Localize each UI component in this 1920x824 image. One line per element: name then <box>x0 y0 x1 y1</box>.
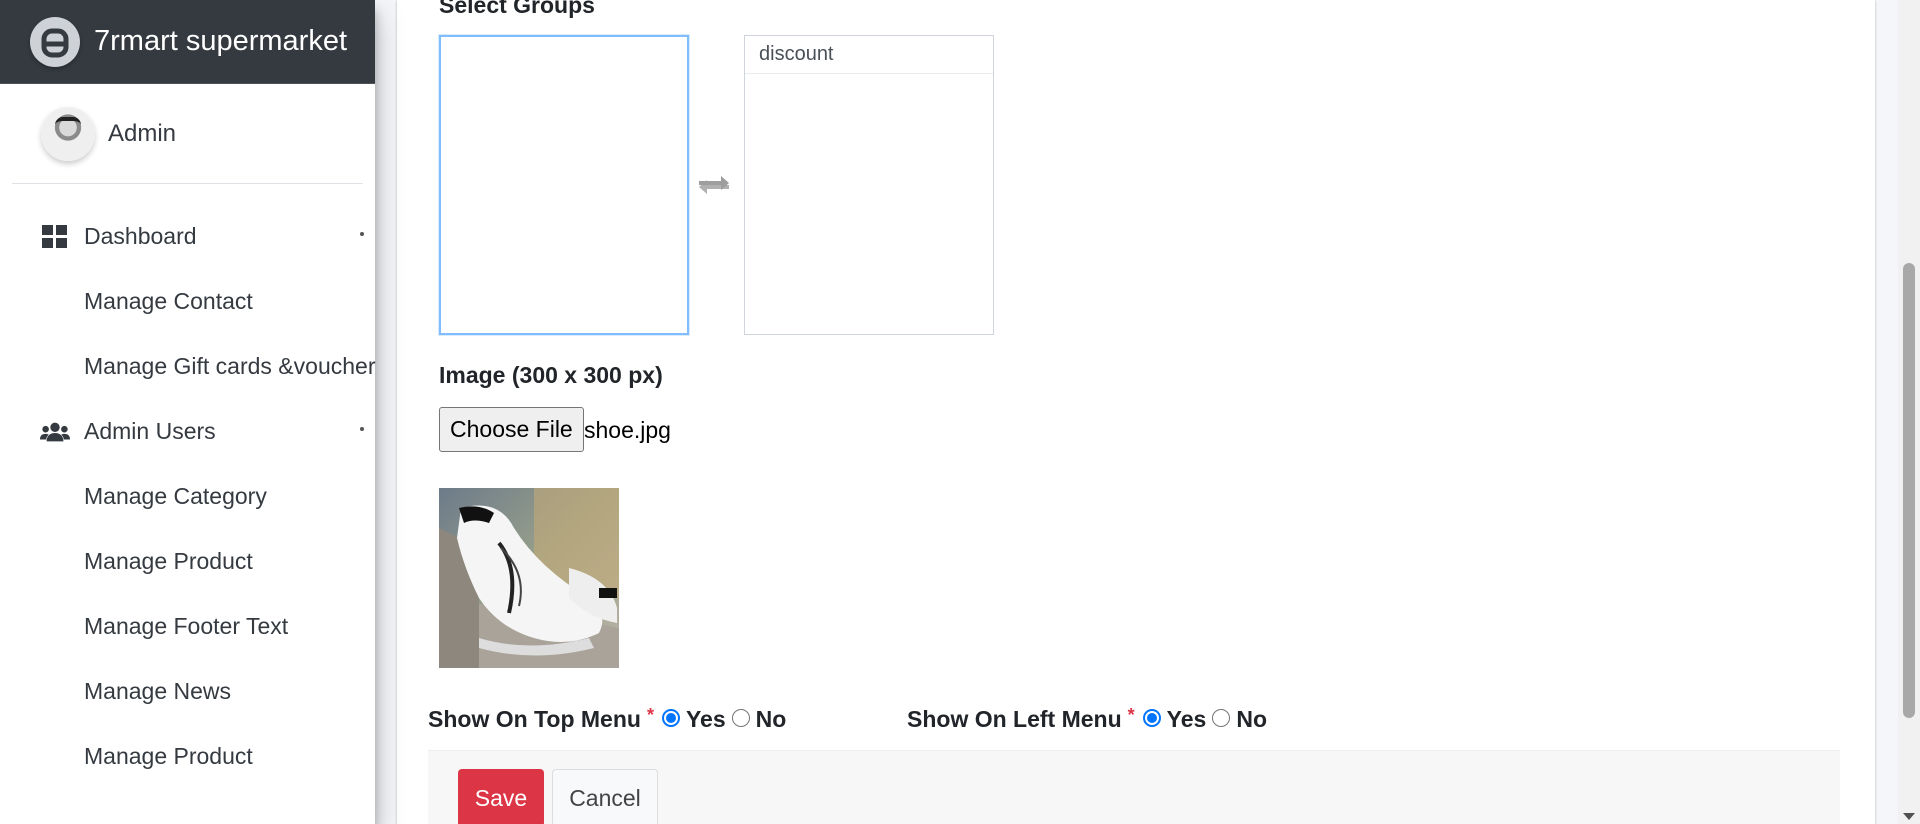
sidebar-item-label: Manage Footer Text <box>84 613 289 639</box>
top-menu-yes-label[interactable]: Yes <box>686 706 726 733</box>
sidebar-item-label: Manage Gift cards &voucher <box>84 353 376 379</box>
brand-logo-icon <box>30 16 80 67</box>
top-menu-no-label[interactable]: No <box>756 706 787 733</box>
left-menu-radio-group: Show On Left Menu * Yes No <box>907 705 1267 733</box>
top-menu-no-radio[interactable] <box>731 708 750 727</box>
sidebar-item-admin-users[interactable]: Admin Users <box>0 399 375 464</box>
sidebar-item-manage-footer-text[interactable]: Manage Footer Text <box>0 594 375 659</box>
sidebar-item-manage-news[interactable]: Manage News <box>0 659 375 724</box>
file-name: shoe.jpg <box>584 417 671 443</box>
left-menu-no-radio[interactable] <box>1212 708 1231 727</box>
sidebar-item-label: Manage Category <box>84 483 267 509</box>
sidebar-nav: Dashboard Manage Contact Manage Gift car… <box>0 184 375 789</box>
sidebar-item-manage-category[interactable]: Manage Category <box>0 464 375 529</box>
left-menu-label: Show On Left Menu <box>907 706 1122 732</box>
left-menu-no-label[interactable]: No <box>1236 706 1267 733</box>
swap-arrows-icon[interactable] <box>697 172 731 203</box>
sidebar-item-manage-gift-cards[interactable]: Manage Gift cards &voucher <box>0 334 375 399</box>
sidebar-item-label: Manage Product <box>84 743 253 769</box>
sidebar-item-label: Manage News <box>84 678 232 704</box>
sidebar-item-manage-product-2[interactable]: Manage Product <box>0 724 375 789</box>
top-menu-label: Show On Top Menu <box>428 706 641 732</box>
brand-link[interactable]: 7rmart supermarket <box>0 0 375 84</box>
selected-groups-listbox[interactable]: discount <box>744 35 994 335</box>
sidebar-item-label: Manage Contact <box>84 288 253 314</box>
choose-file-button[interactable]: Choose File <box>439 407 584 452</box>
available-groups-listbox[interactable] <box>439 35 689 335</box>
sidebar-item-manage-contact[interactable]: Manage Contact <box>0 269 375 334</box>
brand-text: 7rmart supermarket <box>94 25 348 57</box>
sidebar-item-label: Manage Product <box>84 548 253 574</box>
form-footer: Save Cancel <box>428 750 1840 824</box>
sidebar: 7rmart supermarket Admin Dashboard Manag… <box>0 0 375 824</box>
caret-icon <box>360 427 364 431</box>
scroll-down-arrow-icon[interactable] <box>1903 813 1915 820</box>
main-content: Select Groups discount Image (300 x 300 … <box>375 0 1875 824</box>
image-label: Image (300 x 300 px) <box>439 362 663 388</box>
image-preview <box>439 488 619 668</box>
list-item[interactable]: discount <box>745 36 993 74</box>
form-card: Select Groups discount Image (300 x 300 … <box>397 0 1875 824</box>
save-button[interactable]: Save <box>458 769 544 824</box>
scrollbar-thumb[interactable] <box>1903 263 1915 718</box>
user-panel[interactable]: Admin <box>12 84 363 184</box>
top-menu-yes-radio[interactable] <box>661 708 680 727</box>
caret-icon <box>360 232 364 236</box>
left-menu-yes-radio[interactable] <box>1142 708 1161 727</box>
sidebar-item-manage-product[interactable]: Manage Product <box>0 529 375 594</box>
top-menu-radio-group: Show On Top Menu * Yes No <box>428 705 787 733</box>
required-mark: * <box>646 705 654 725</box>
cancel-button[interactable]: Cancel <box>552 769 658 824</box>
sidebar-item-dashboard[interactable]: Dashboard <box>0 204 375 269</box>
users-icon <box>40 421 70 443</box>
left-menu-yes-label[interactable]: Yes <box>1167 706 1207 733</box>
avatar <box>41 106 95 161</box>
th-large-icon <box>40 224 70 249</box>
required-mark: * <box>1127 705 1135 725</box>
sidebar-item-label: Dashboard <box>84 223 197 249</box>
page-scrollbar[interactable] <box>1898 0 1920 824</box>
user-name[interactable]: Admin <box>108 120 176 148</box>
select-groups-label: Select Groups <box>439 0 595 18</box>
sidebar-item-label: Admin Users <box>84 418 216 444</box>
